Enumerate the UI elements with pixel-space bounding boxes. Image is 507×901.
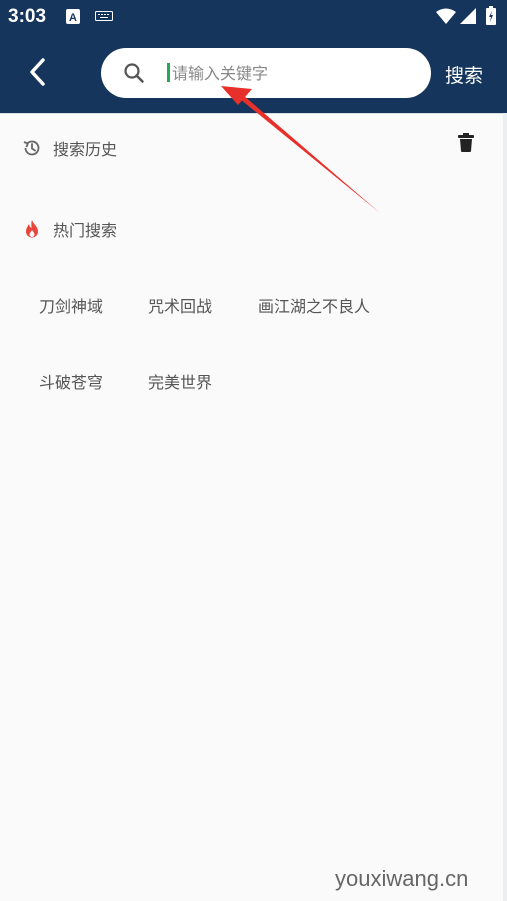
search-box[interactable]: [101, 48, 431, 98]
status-time: 3:03: [8, 6, 47, 27]
fire-icon: [26, 220, 38, 238]
search-button[interactable]: 搜索: [445, 61, 483, 88]
battery-icon: [486, 6, 496, 25]
status-bar: 3:03 A: [0, 0, 507, 33]
watermark: youxiwang.cn: [335, 866, 469, 891]
hot-section-title: 热门搜索: [22, 217, 117, 241]
history-icon: [23, 140, 40, 156]
history-section-title: 搜索历史: [22, 136, 117, 160]
svg-text:A: A: [69, 12, 77, 24]
hot-title: 热门搜索: [53, 221, 118, 240]
hot-tag[interactable]: 斗破苍穹: [39, 369, 103, 393]
wifi-icon: [436, 8, 456, 24]
keyboard-icon: [95, 11, 113, 21]
search-icon: [124, 63, 144, 83]
header-bar: 搜索: [0, 33, 507, 113]
hot-tag[interactable]: 画江湖之不良人: [258, 293, 370, 317]
a-badge-icon: A: [66, 9, 80, 24]
signal-icon: [460, 8, 476, 24]
search-input[interactable]: [172, 58, 412, 88]
trash-icon[interactable]: [458, 133, 474, 152]
hot-tag[interactable]: 完美世界: [148, 369, 212, 393]
scroll-edge: [503, 113, 507, 901]
hot-tag[interactable]: 咒术回战: [148, 293, 212, 317]
header-divider: [0, 113, 507, 114]
history-title: 搜索历史: [53, 140, 118, 159]
back-arrow-icon[interactable]: [22, 55, 56, 89]
text-cursor: [167, 63, 170, 82]
hot-tag[interactable]: 刀剑神域: [39, 293, 103, 317]
